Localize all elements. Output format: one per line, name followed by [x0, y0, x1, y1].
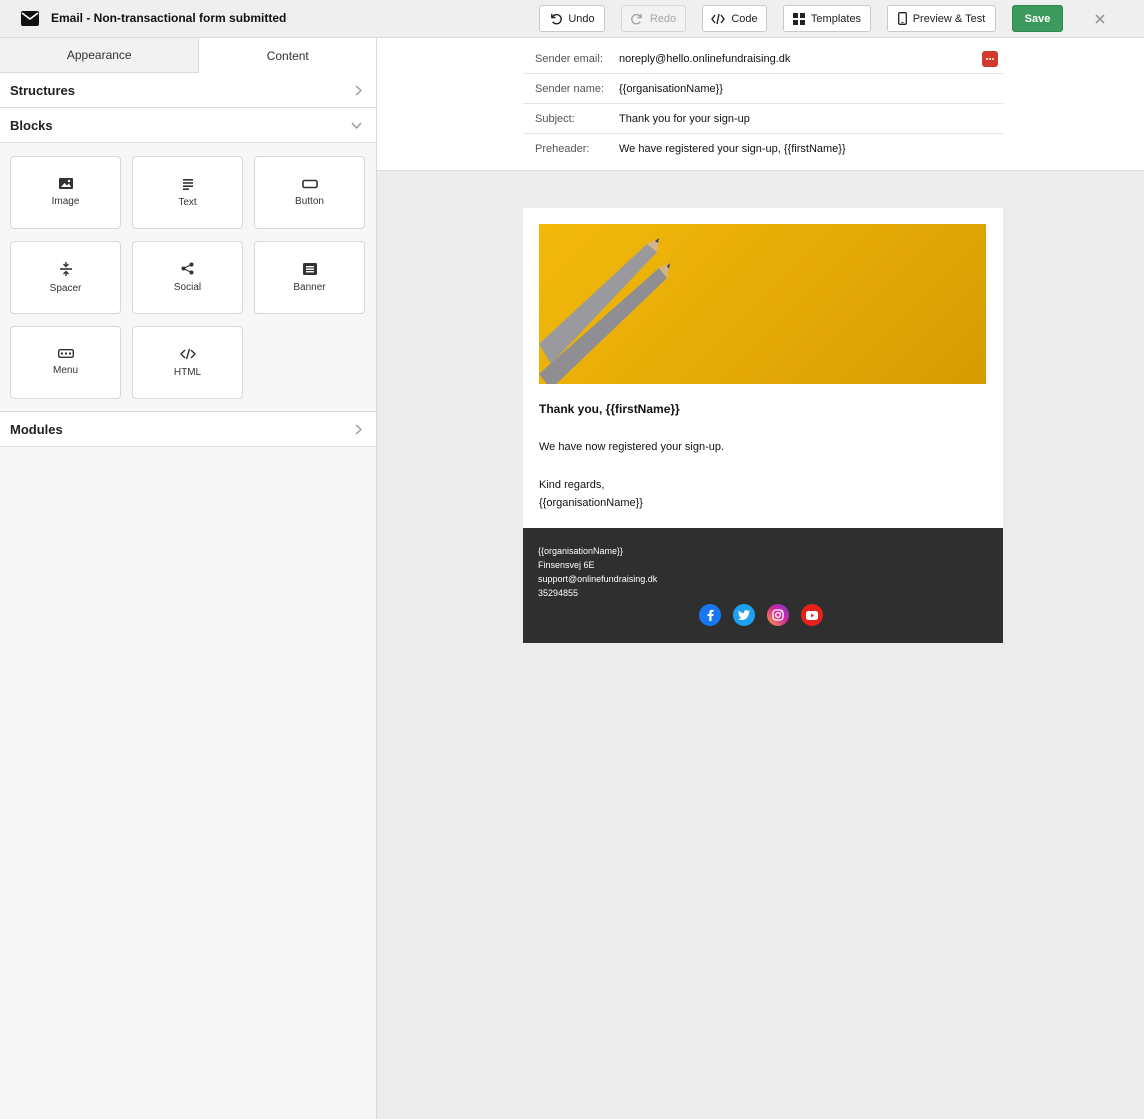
preheader-field[interactable]: Preheader: We have registered your sign-… [523, 134, 1003, 164]
block-label: Text [178, 196, 197, 208]
footer-org: {{organisationName}} [538, 546, 624, 556]
banner-icon [302, 262, 317, 275]
templates-icon [792, 12, 805, 25]
preview-test-button[interactable]: Preview & Test [887, 5, 996, 32]
sender-email-field[interactable]: Sender email: noreply@hello.onlinefundra… [523, 44, 1003, 74]
redo-label: Redo [649, 12, 677, 25]
email-footer[interactable]: {{organisationName}} Finsensvej 6E suppo… [523, 528, 1003, 643]
code-button[interactable]: Code [702, 5, 767, 32]
code-icon [179, 348, 196, 359]
code-label: Code [731, 12, 758, 25]
field-value[interactable]: We have registered your sign-up, {{first… [619, 143, 846, 155]
block-menu[interactable]: Menu [10, 326, 121, 399]
redo-button[interactable]: Redo [621, 5, 686, 32]
structures-section-header[interactable]: Structures [0, 73, 376, 108]
menu-icon [57, 349, 74, 358]
sign-off: Kind regards, [539, 479, 605, 491]
social-icons [699, 604, 823, 626]
page-title: Email - Non-transactional form submitted [51, 11, 287, 25]
footer-email: support@onlinefundraising.dk [538, 574, 658, 584]
email-body[interactable]: We have now registered your sign-up. Kin… [539, 438, 987, 512]
hero-image[interactable] [539, 224, 986, 384]
email-settings: Sender email: noreply@hello.onlinefundra… [377, 38, 1144, 171]
field-value[interactable]: Thank you for your sign-up [619, 113, 750, 125]
modules-label: Modules [10, 421, 63, 437]
tab-appearance[interactable]: Appearance [0, 38, 199, 73]
structures-label: Structures [10, 82, 76, 98]
blocks-label: Blocks [10, 117, 53, 133]
password-manager-icon[interactable] [982, 51, 998, 67]
footer-address: Finsensvej 6E [538, 560, 595, 570]
tab-content[interactable]: Content [198, 38, 376, 73]
footer-phone: 35294855 [538, 588, 579, 598]
undo-button[interactable]: Undo [539, 5, 605, 32]
instagram-icon[interactable] [767, 604, 789, 626]
close-button[interactable] [1092, 11, 1108, 27]
block-html[interactable]: HTML [132, 326, 243, 399]
body-text: We have now registered your sign-up. [539, 441, 725, 453]
templates-button[interactable]: Templates [783, 5, 871, 32]
field-label: Subject: [535, 112, 575, 125]
blocks-section-header[interactable]: Blocks [0, 108, 376, 143]
sign-name: {{organisationName}} [539, 497, 643, 509]
block-social[interactable]: Social [132, 241, 243, 314]
block-banner[interactable]: Banner [254, 241, 365, 314]
templates-label: Templates [810, 12, 862, 25]
sender-name-field[interactable]: Sender name: {{organisationName}} [523, 74, 1003, 104]
undo-label: Undo [568, 12, 595, 25]
code-icon [711, 13, 726, 24]
block-label: Button [295, 195, 324, 207]
undo-icon [551, 13, 563, 25]
field-label: Sender name: [535, 82, 605, 95]
sidebar-tabs: Appearance Content [0, 38, 376, 73]
chevron-right-icon [355, 423, 362, 435]
email-preview[interactable]: Thank you, {{firstName}} We have now reg… [523, 208, 1003, 643]
blocks-grid: Image Text Button Spacer Social Banner M… [0, 143, 376, 412]
redo-icon [630, 13, 642, 25]
chevron-right-icon [355, 84, 362, 96]
block-button[interactable]: Button [254, 156, 365, 229]
subject-field[interactable]: Subject: Thank you for your sign-up [523, 104, 1003, 134]
spacer-icon [59, 261, 72, 276]
modules-section-header[interactable]: Modules [0, 412, 376, 447]
block-label: Social [173, 282, 202, 293]
image-icon [58, 178, 73, 189]
envelope-icon [21, 11, 39, 26]
share-icon [181, 262, 194, 275]
block-spacer[interactable]: Spacer [10, 241, 121, 314]
block-label: HTML [173, 366, 202, 378]
mobile-icon [897, 12, 907, 25]
youtube-icon[interactable] [801, 604, 823, 626]
sidebar: Appearance Content Structures Blocks Ima… [0, 38, 377, 1119]
block-label: Menu [52, 365, 78, 376]
block-label: Banner [293, 281, 326, 293]
field-label: Sender email: [535, 52, 603, 65]
facebook-icon[interactable] [699, 604, 721, 626]
pencils-image [539, 238, 670, 384]
block-label: Spacer [49, 282, 82, 294]
twitter-icon[interactable] [733, 604, 755, 626]
field-value[interactable]: noreply@hello.onlinefundraising.dk [619, 53, 790, 65]
field-label: Preheader: [535, 143, 590, 155]
block-label: Image [51, 196, 80, 207]
email-heading[interactable]: Thank you, {{firstName}} [539, 402, 987, 416]
button-icon [301, 179, 318, 188]
block-image[interactable]: Image [10, 156, 121, 229]
close-icon [1095, 14, 1105, 24]
field-value[interactable]: {{organisationName}} [619, 83, 723, 95]
save-button[interactable]: Save [1012, 5, 1063, 32]
preview-label: Preview & Test [912, 12, 986, 25]
text-icon [182, 178, 193, 190]
top-bar: Email - Non-transactional form submitted… [0, 0, 1144, 38]
chevron-down-icon [351, 122, 362, 129]
block-text[interactable]: Text [132, 156, 243, 229]
